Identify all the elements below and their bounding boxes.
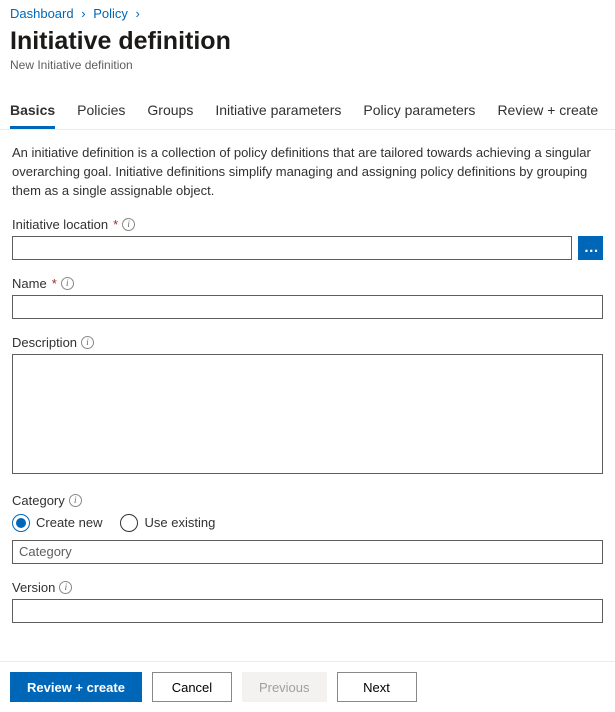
tab-policies[interactable]: Policies <box>77 102 125 129</box>
info-icon[interactable]: i <box>122 218 135 231</box>
info-icon[interactable]: i <box>69 494 82 507</box>
radio-create-new-label: Create new <box>36 515 102 530</box>
tabs: Basics Policies Groups Initiative parame… <box>0 72 615 130</box>
page-title: Initiative definition <box>0 25 615 56</box>
cancel-button[interactable]: Cancel <box>152 672 232 702</box>
review-create-button[interactable]: Review + create <box>10 672 142 702</box>
category-input[interactable] <box>12 540 603 564</box>
name-input[interactable] <box>12 295 603 319</box>
next-button[interactable]: Next <box>337 672 417 702</box>
breadcrumb-dashboard[interactable]: Dashboard <box>10 6 74 21</box>
field-description: Description i <box>12 335 603 477</box>
required-indicator: * <box>113 217 118 232</box>
radio-use-existing-label: Use existing <box>144 515 215 530</box>
tab-basics[interactable]: Basics <box>10 102 55 129</box>
field-category: Category i Create new Use existing <box>12 493 603 564</box>
previous-button: Previous <box>242 672 327 702</box>
radio-create-new[interactable]: Create new <box>12 514 102 532</box>
radio-use-existing[interactable]: Use existing <box>120 514 215 532</box>
info-icon[interactable]: i <box>81 336 94 349</box>
label-description: Description <box>12 335 77 350</box>
tab-review-create[interactable]: Review + create <box>497 102 598 129</box>
chevron-right-icon: › <box>81 6 85 21</box>
footer-actions: Review + create Cancel Previous Next <box>0 661 615 712</box>
tab-initiative-parameters[interactable]: Initiative parameters <box>215 102 341 129</box>
info-icon[interactable]: i <box>61 277 74 290</box>
page-subtitle: New Initiative definition <box>0 56 615 72</box>
info-icon[interactable]: i <box>59 581 72 594</box>
scope-picker-button[interactable]: … <box>578 236 603 260</box>
label-version: Version <box>12 580 55 595</box>
form: Initiative location * i … Name * i Descr… <box>0 201 615 623</box>
field-name: Name * i <box>12 276 603 319</box>
intro-text: An initiative definition is a collection… <box>0 130 615 201</box>
field-initiative-location: Initiative location * i … <box>12 217 603 260</box>
label-initiative-location: Initiative location <box>12 217 108 232</box>
tab-policy-parameters[interactable]: Policy parameters <box>363 102 475 129</box>
description-input[interactable] <box>12 354 603 474</box>
label-name: Name <box>12 276 47 291</box>
version-input[interactable] <box>12 599 603 623</box>
radio-icon <box>12 514 30 532</box>
breadcrumb-policy[interactable]: Policy <box>93 6 128 21</box>
required-indicator: * <box>52 276 57 291</box>
breadcrumb: Dashboard › Policy › <box>0 0 615 25</box>
chevron-right-icon: › <box>136 6 140 21</box>
radio-icon <box>120 514 138 532</box>
label-category: Category <box>12 493 65 508</box>
initiative-location-input[interactable] <box>12 236 572 260</box>
tab-groups[interactable]: Groups <box>147 102 193 129</box>
field-version: Version i <box>12 580 603 623</box>
